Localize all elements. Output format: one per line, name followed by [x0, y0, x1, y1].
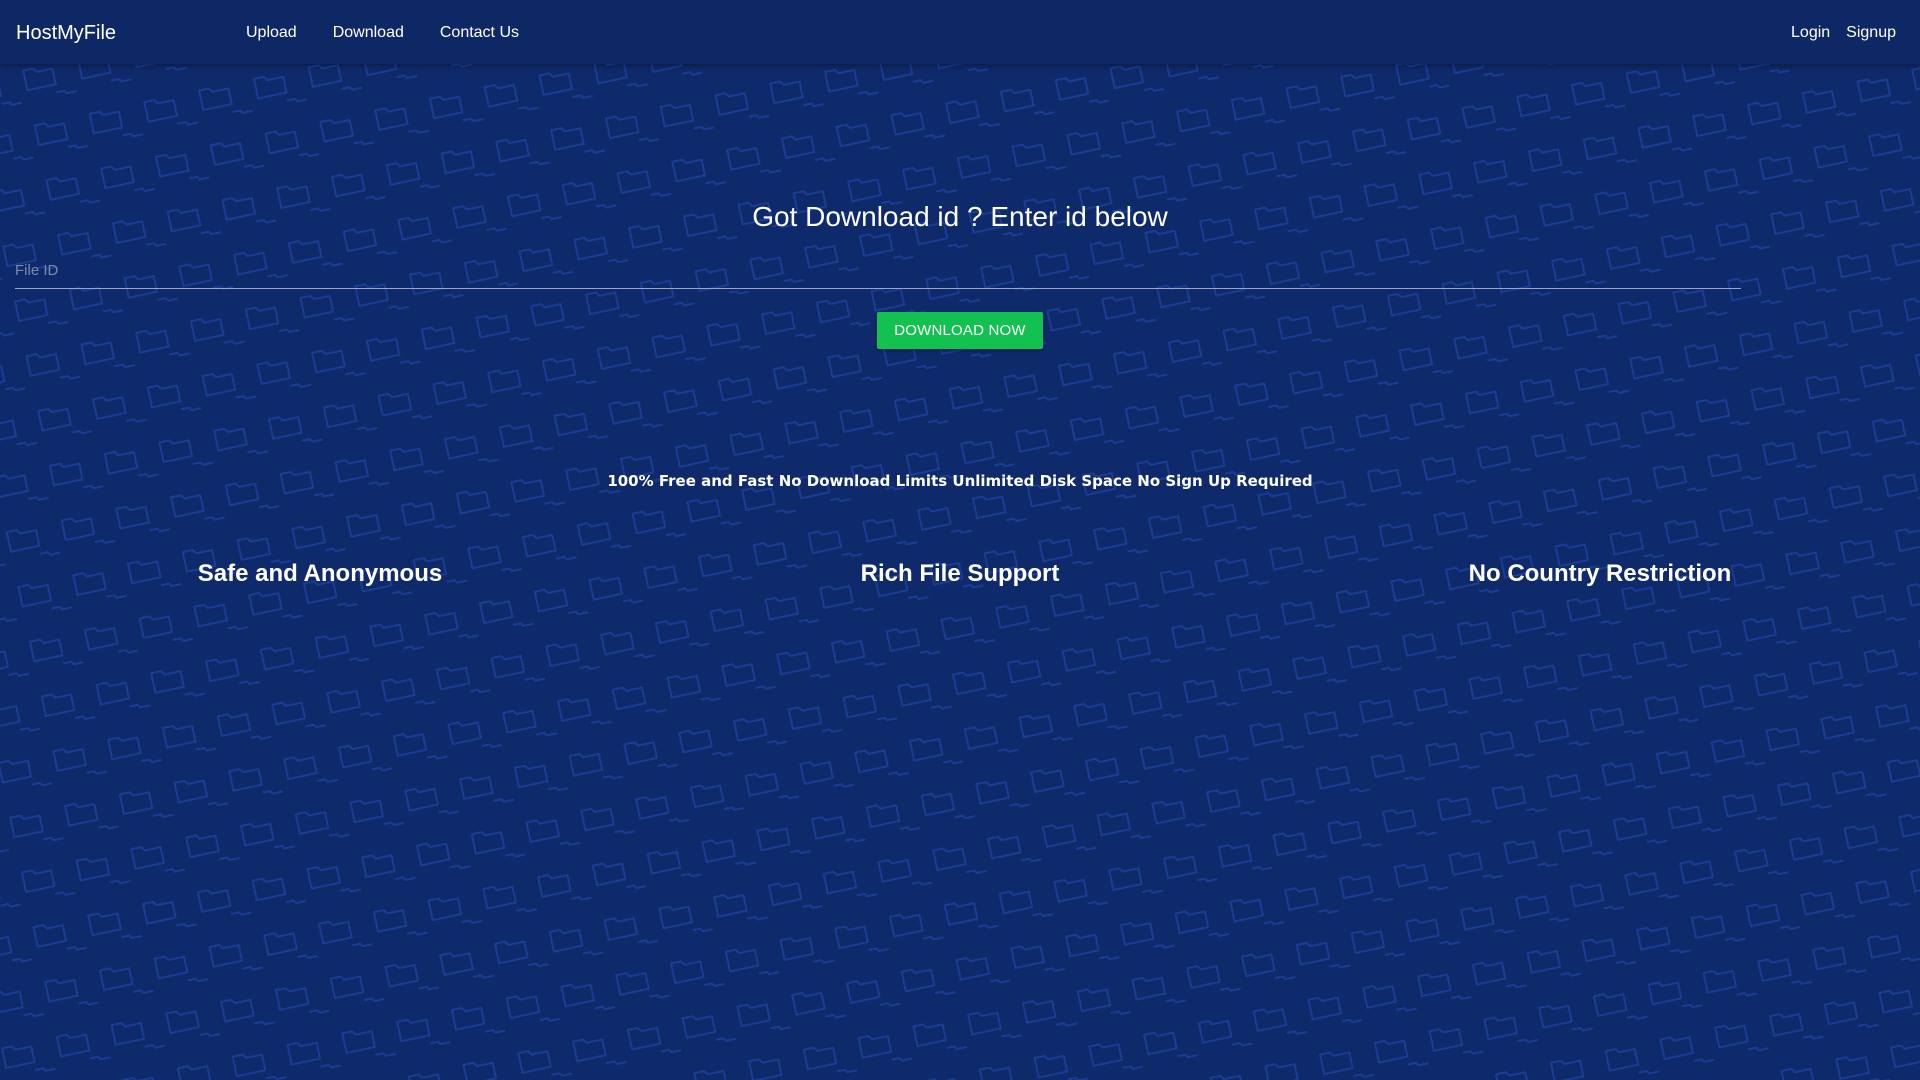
background-folder-pattern — [0, 0, 1920, 1080]
file-id-input[interactable] — [15, 252, 1741, 288]
nav-login[interactable]: Login — [1775, 24, 1830, 42]
nav-contact-us[interactable]: Contact Us — [422, 24, 537, 42]
features-tagline: 100% Free and Fast No Download Limits Un… — [607, 472, 1313, 490]
page-headline: Got Download id ? Enter id below — [752, 201, 1168, 232]
auth-nav: Login Signup — [1775, 24, 1896, 42]
nav-download[interactable]: Download — [315, 24, 422, 42]
feature-rich-file-support: Rich File Support — [860, 560, 1060, 587]
top-navbar: HostMyFile Upload Download Contact Us Lo… — [0, 0, 1920, 64]
feature-no-country-restriction: No Country Restriction — [1468, 560, 1732, 587]
nav-signup[interactable]: Signup — [1830, 24, 1896, 42]
file-id-field-wrapper — [15, 252, 1741, 289]
download-now-button[interactable]: DOWNLOAD NOW — [877, 312, 1043, 349]
brand-logo[interactable]: HostMyFile — [16, 21, 116, 45]
main-nav: Upload Download Contact Us — [228, 24, 537, 42]
nav-upload[interactable]: Upload — [228, 24, 315, 42]
feature-safe-anonymous: Safe and Anonymous — [197, 560, 443, 587]
